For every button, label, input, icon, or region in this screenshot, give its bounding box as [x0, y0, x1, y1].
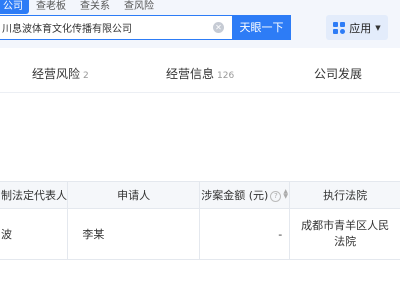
search-type-tabs: 公司 查老板 查关系 查风险 — [0, 0, 161, 14]
tab-operation-info-label: 经营信息 — [166, 67, 215, 81]
execution-table: 制法定代表人 申请人 涉案金额 (元) ?▲ ▼ 执行法院 波 李某 - 成都市青羊… — [0, 181, 400, 260]
tab-relation[interactable]: 查关系 — [73, 0, 117, 14]
col-legal-rep: 制法定代表人 — [0, 181, 69, 209]
search-header: 公司 查老板 查关系 查风险 ✕ 天眼一下 应用 ▼ — [0, 0, 400, 49]
tab-company-development-label: 公司发展 — [314, 67, 363, 81]
section-tabs: 经营风险 2 经营信息 126 公司发展 — [0, 48, 400, 93]
apps-grid-icon — [333, 21, 346, 34]
col-court: 执行法院 — [289, 181, 400, 209]
tab-operation-risk-count: 2 — [83, 71, 89, 81]
table-row: 波 李某 - 成都市青羊区人民 法院 — [0, 208, 400, 260]
tab-company-development[interactable]: 公司发展 — [314, 65, 362, 82]
clear-icon[interactable]: ✕ — [213, 22, 224, 33]
court-cell: 成都市青羊区人民 法院 — [289, 208, 400, 260]
court-line-2: 法院 — [334, 235, 357, 248]
tab-risk[interactable]: 查风险 — [117, 0, 161, 14]
tab-operation-risk[interactable]: 经营风险 2 — [32, 65, 89, 82]
caret-down-icon: ▼ — [375, 23, 381, 32]
search-box: ✕ 天眼一下 — [0, 15, 291, 40]
tab-company[interactable]: 公司 — [0, 0, 29, 14]
tab-operation-risk-label: 经营风险 — [32, 67, 81, 81]
search-input[interactable] — [0, 16, 202, 39]
legal-rep-link[interactable]: 波 — [0, 208, 69, 260]
col-applicant: 申请人 — [67, 181, 201, 209]
table-header-row: 制法定代表人 申请人 涉案金额 (元) ?▲ ▼ 执行法院 — [0, 181, 400, 209]
col-amount-label: 涉案金额 (元) — [201, 189, 269, 202]
help-circle-icon[interactable]: ? — [270, 191, 282, 202]
amount-cell: - — [199, 208, 291, 260]
court-line-1: 成都市青羊区人民 — [301, 219, 390, 232]
tab-operation-info[interactable]: 经营信息 126 — [166, 65, 234, 82]
col-amount[interactable]: 涉案金额 (元) ?▲ ▼ — [199, 181, 291, 209]
search-button[interactable]: 天眼一下 — [232, 15, 291, 40]
tab-boss[interactable]: 查老板 — [29, 0, 73, 14]
tab-operation-info-count: 126 — [217, 71, 235, 81]
apps-button[interactable]: 应用 ▼ — [326, 15, 388, 40]
applicant-cell: 李某 — [67, 208, 201, 260]
sort-icon[interactable]: ▲ ▼ — [283, 189, 288, 200]
apps-label: 应用 — [349, 21, 372, 35]
